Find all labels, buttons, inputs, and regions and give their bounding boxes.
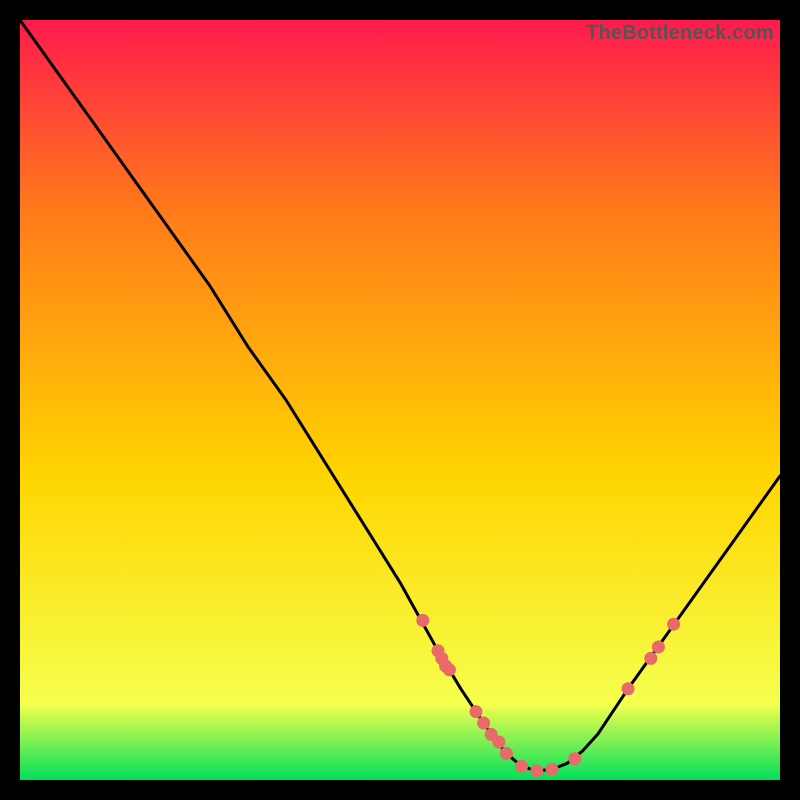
- highlight-dot: [443, 663, 456, 676]
- highlight-dot: [667, 618, 680, 631]
- highlight-dot: [515, 760, 528, 773]
- highlight-dot: [470, 705, 483, 718]
- highlight-dot: [568, 752, 581, 765]
- highlight-dot: [546, 763, 559, 776]
- highlight-dot: [644, 652, 657, 665]
- gradient-background: [20, 20, 780, 780]
- chart-svg: [20, 20, 780, 780]
- highlight-dot: [500, 747, 513, 760]
- highlight-dot: [530, 764, 543, 777]
- highlight-dot: [652, 641, 665, 654]
- highlight-dot: [477, 717, 490, 730]
- highlight-dot: [416, 614, 429, 627]
- watermark-text: TheBottleneck.com: [586, 22, 774, 45]
- highlight-dot: [492, 736, 505, 749]
- highlight-dot: [622, 682, 635, 695]
- chart-frame: TheBottleneck.com: [20, 20, 780, 780]
